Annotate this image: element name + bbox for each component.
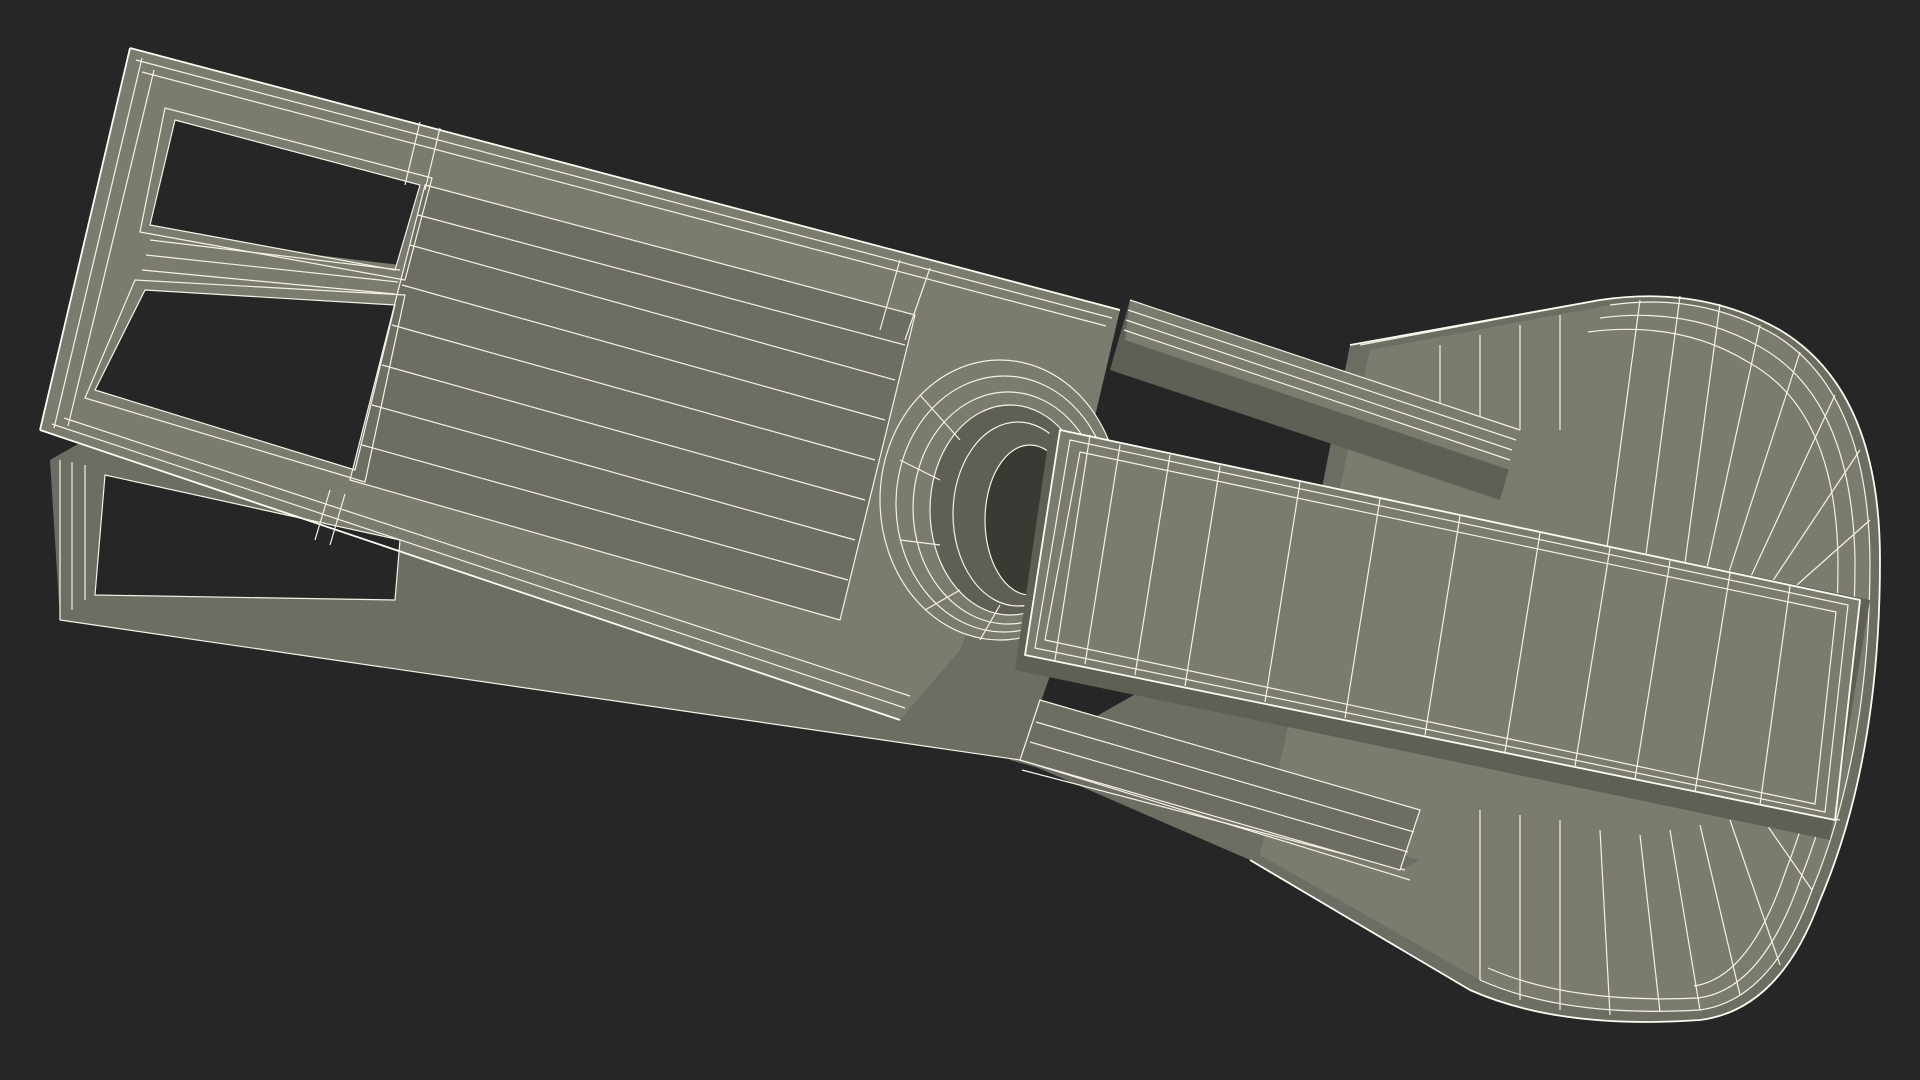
render-viewport (0, 0, 1920, 1080)
zipper-wireframe-render (39, 47, 1881, 1023)
